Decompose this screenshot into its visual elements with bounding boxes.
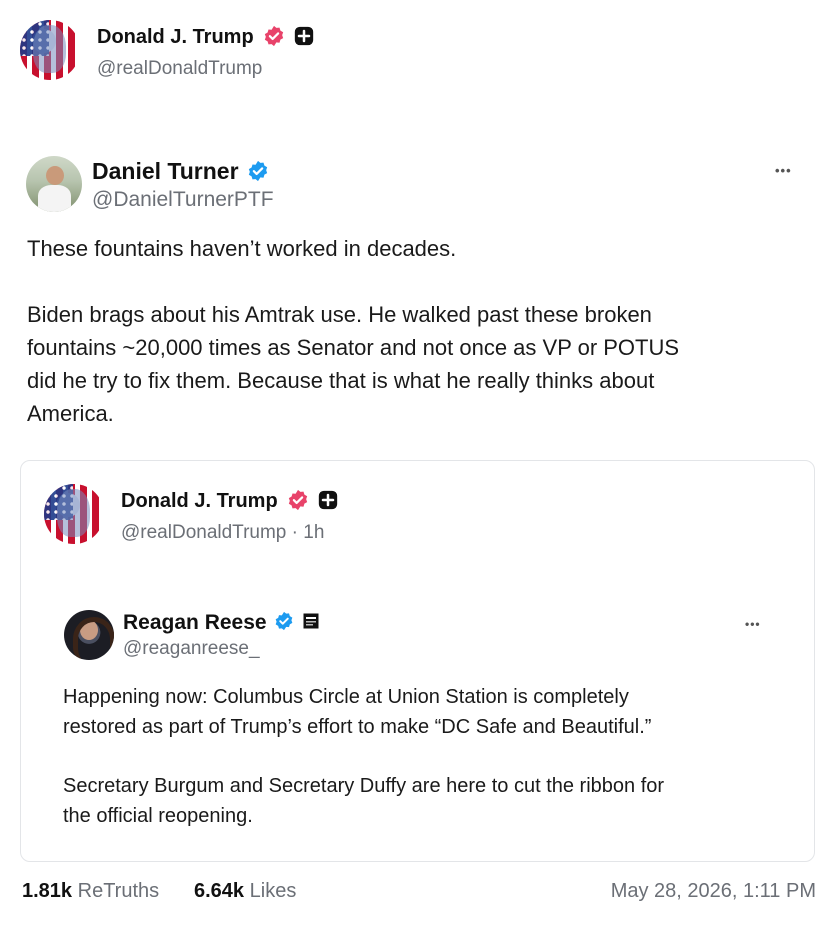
post-text-paragraph-1: These fountains haven’t worked in decade… — [27, 236, 457, 261]
post-text-line: America. — [27, 401, 114, 426]
trump-avatar[interactable] — [20, 20, 80, 80]
retruths-count: 1.81k — [22, 880, 73, 902]
verified-check-icon — [276, 612, 293, 631]
verified-check-icon — [248, 160, 268, 182]
inner-text-paragraph-2: Secretary Burgum and Secretary Duffy are… — [63, 771, 664, 831]
verified-badge-icon — [289, 490, 308, 511]
quote-trump-avatar[interactable] — [44, 484, 104, 544]
post-text-paragraph-2: Biden brags about his Amtrak use. He wal… — [27, 298, 679, 430]
inner-text-line: Happening now: Columbus Circle at Union … — [63, 686, 629, 708]
post-text-line: did he try to fix them. Because that is … — [27, 368, 655, 393]
likes-count: 6.64k — [194, 880, 245, 902]
post-author-handle[interactable]: @DanielTurnerPTF — [92, 188, 274, 212]
likes-stat[interactable]: 6.64k Likes — [194, 880, 296, 903]
inner-text-paragraph-1: Happening now: Columbus Circle at Union … — [63, 682, 651, 742]
reagan-reese-avatar[interactable] — [64, 610, 114, 660]
verified-badge-icon — [265, 26, 284, 47]
post-author: Daniel Turner — [92, 158, 269, 185]
post-text-line: fountains ~20,000 times as Senator and n… — [27, 335, 680, 360]
inner-author-handle[interactable]: @reaganreese_ — [123, 638, 260, 660]
more-options-icon[interactable]: ••• — [775, 163, 792, 178]
inner-author: Reagan Reese — [123, 611, 319, 635]
inner-author-name[interactable]: Reagan Reese — [123, 611, 267, 634]
header-author: Donald J. Trump — [97, 26, 314, 49]
plus-badge-icon — [318, 491, 337, 510]
inner-text-line: Secretary Burgum and Secretary Duffy are… — [63, 775, 665, 797]
inner-more-options-icon[interactable]: ••• — [745, 617, 761, 631]
affiliation-badge-icon — [303, 613, 319, 629]
retruths-stat[interactable]: 1.81k ReTruths — [22, 880, 159, 903]
post-author-name[interactable]: Daniel Turner — [92, 158, 239, 184]
inner-text-line: restored as part of Trump’s effort to ma… — [63, 716, 652, 738]
post-text-line: Biden brags about his Amtrak use. He wal… — [27, 302, 652, 327]
quote-author-name[interactable]: Donald J. Trump — [121, 490, 278, 512]
quote-author-handle[interactable]: @realDonaldTrump · 1h — [121, 522, 324, 544]
author-handle[interactable]: @realDonaldTrump — [97, 58, 262, 80]
inner-text-line: the official reopening. — [63, 805, 253, 827]
quote-author: Donald J. Trump — [121, 490, 338, 513]
plus-badge-icon — [294, 27, 313, 46]
author-name[interactable]: Donald J. Trump — [97, 26, 254, 48]
retruths-label: ReTruths — [77, 880, 160, 902]
daniel-turner-avatar[interactable] — [26, 156, 82, 212]
post-timestamp[interactable]: May 28, 2026, 1:11 PM — [611, 880, 816, 903]
likes-label: Likes — [249, 880, 297, 902]
